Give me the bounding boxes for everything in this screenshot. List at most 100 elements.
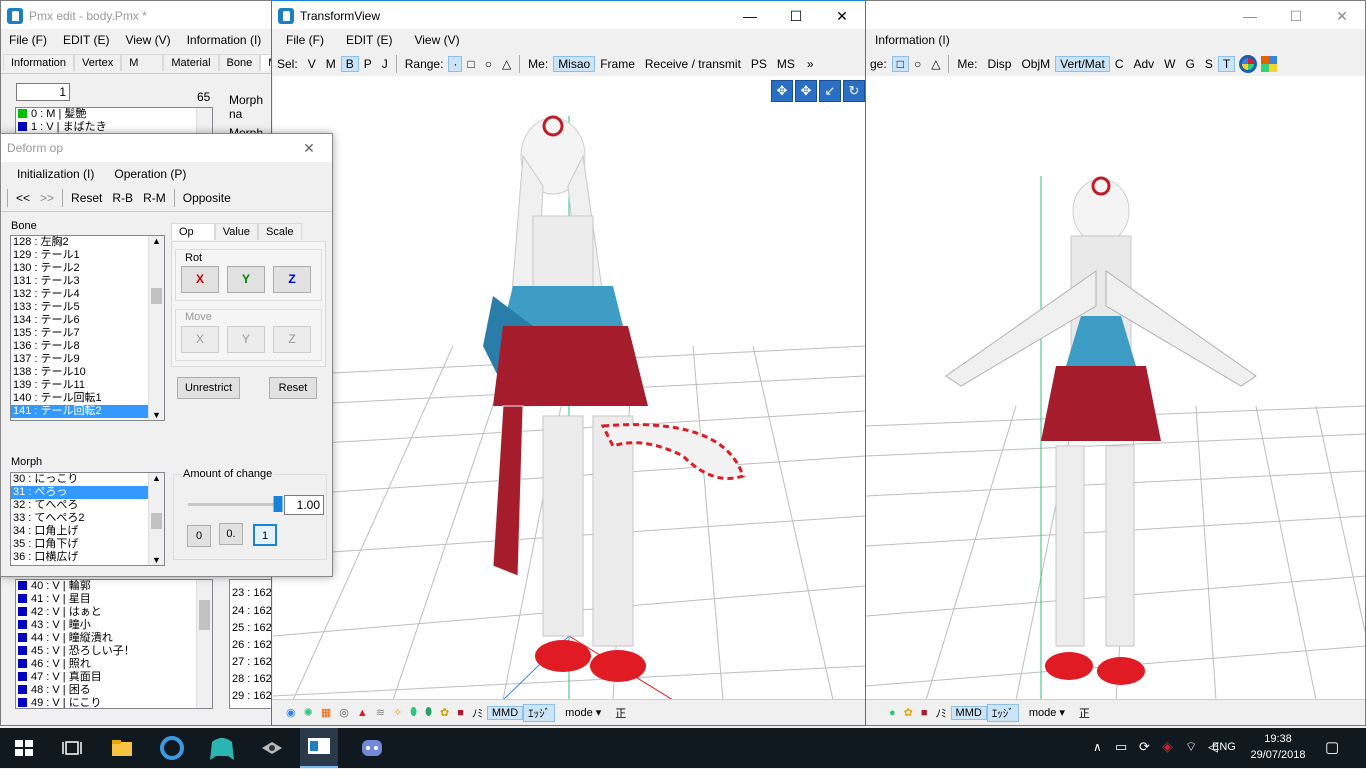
range-square-button[interactable]: □ [891, 56, 909, 72]
wire-display-icon[interactable]: ≋ [372, 706, 389, 719]
list-item[interactable]: 46 : V | 照れ [16, 658, 212, 671]
preset-0-button[interactable]: 0 [187, 525, 211, 547]
pmx-menu-view[interactable]: View (V) [117, 33, 178, 47]
list-item[interactable]: 47 : V | 真面目 [16, 671, 212, 684]
range-square-button[interactable]: □ [462, 57, 479, 71]
rigid-display-icon[interactable]: ⬮ [406, 706, 421, 719]
morph-list-bottom-scrollbar[interactable] [196, 580, 212, 708]
tab-bone[interactable]: Bone [218, 54, 261, 71]
transform-menu-edit[interactable]: EDIT (E) [338, 33, 400, 47]
range-circle-button[interactable]: ○ [909, 57, 926, 71]
move-z-button[interactable]: Z [273, 326, 311, 353]
amount-input[interactable]: 1.00 [284, 495, 324, 515]
sel-b-button[interactable]: B [340, 56, 359, 72]
normal-display-icon[interactable]: ✺ [300, 706, 317, 719]
joint-display-icon[interactable]: ⬮ [421, 706, 436, 719]
range-point-button[interactable]: · [448, 56, 463, 72]
close-icon[interactable]: ✕ [286, 134, 332, 162]
pmx-menu-edit[interactable]: EDIT (E) [55, 33, 117, 47]
right-bottom-mode[interactable]: mode ▾ [1025, 706, 1069, 719]
w-button[interactable]: W [1159, 57, 1180, 71]
range-triangle-button[interactable]: △ [497, 57, 516, 71]
tray-date[interactable]: 29/07/2018 [1248, 749, 1308, 761]
rot-x-button[interactable]: X [181, 266, 219, 293]
rot-y-button[interactable]: Y [227, 266, 265, 293]
file-explorer-icon[interactable] [108, 734, 136, 762]
bone-list-item[interactable]: 130 : テール2 [11, 262, 164, 275]
transform-menu-view[interactable]: View (V) [406, 33, 467, 47]
action-center-icon[interactable]: ▢ [1325, 738, 1339, 756]
bone-list-item[interactable]: 136 : テール8 [11, 340, 164, 353]
morph-index-input[interactable]: 1 [16, 83, 70, 101]
list-item[interactable]: 44 : V | 瞳縦潰れ [16, 632, 212, 645]
bone-list-item[interactable]: 129 : テール1 [11, 249, 164, 262]
sel-p-button[interactable]: P [359, 57, 377, 71]
tray-sync-icon[interactable]: ⟳ [1139, 739, 1150, 755]
deform-menu-operation[interactable]: Operation (P) [106, 167, 194, 181]
texture-icon[interactable]: ✿ [900, 706, 917, 719]
list-item[interactable]: 24 : 162 [230, 603, 271, 620]
morph-list[interactable]: 30 : にっこり 31 : ぺろっ 32 : てへぺろ 33 : てへぺろ2 … [10, 472, 165, 566]
deform-reset-button[interactable]: Reset [66, 191, 107, 205]
minimize-icon[interactable]: — [727, 1, 773, 31]
tab-scale[interactable]: Scale [258, 223, 302, 240]
list-item[interactable]: 40 : V | 輪郭 [16, 580, 212, 593]
adv-button[interactable]: Adv [1128, 57, 1159, 71]
rotate-view-icon[interactable]: ✥ [771, 80, 793, 102]
bottom-front[interactable]: 正 [611, 705, 630, 721]
morph-list-scrollbar[interactable]: ▲ ▼ [148, 473, 164, 565]
list-item[interactable]: 43 : V | 瞳小 [16, 619, 212, 632]
maximize-icon[interactable]: ☐ [773, 1, 819, 31]
bone-display-icon[interactable]: ◎ [335, 706, 353, 719]
bottom-nomi[interactable]: ﾉﾐ [468, 705, 487, 721]
bone-list-item[interactable]: 137 : テール9 [11, 353, 164, 366]
sel-m-button[interactable]: M [321, 57, 341, 71]
tool-app-icon[interactable] [258, 734, 286, 762]
g-button[interactable]: G [1181, 57, 1200, 71]
tray-time[interactable]: 19:38 [1248, 733, 1308, 745]
scroll-thumb[interactable] [151, 288, 162, 304]
tray-shield-icon[interactable]: ◈ [1162, 738, 1173, 755]
objm-button[interactable]: ObjM [1016, 57, 1055, 71]
scroll-up-icon[interactable]: ▲ [152, 473, 161, 483]
list-item[interactable]: 29 : 162 [230, 688, 271, 705]
close-icon[interactable]: ✕ [1319, 1, 1365, 31]
bone-list-item[interactable]: 131 : テール3 [11, 275, 164, 288]
tab-material[interactable]: Material [163, 54, 219, 71]
unrestrict-button[interactable]: Unrestrict [177, 377, 240, 399]
tray-chevron-icon[interactable]: ∧ [1093, 740, 1102, 754]
transform-3d-viewport[interactable]: ✥ ✥ ↙ ↻ [273, 76, 865, 700]
tray-wifi-icon[interactable]: ⌔ [1185, 739, 1197, 755]
tab-information[interactable]: Information [3, 54, 75, 71]
bone-list-item[interactable]: 140 : テール回転1 [11, 392, 164, 405]
edge-browser-icon[interactable] [158, 734, 186, 762]
morph-list-item[interactable]: 34 : 口角上げ [11, 525, 164, 538]
pmx-editor-taskbar-icon[interactable] [300, 728, 338, 768]
target-icon[interactable] [1239, 55, 1258, 73]
move-y-button[interactable]: Y [227, 326, 265, 353]
list-item[interactable]: 26 : 162 [230, 637, 271, 654]
misao-button[interactable]: Misao [553, 56, 596, 72]
tab-m[interactable]: M [121, 54, 164, 71]
discord-icon[interactable] [358, 734, 386, 762]
preset-1-button[interactable]: 1 [253, 524, 277, 546]
bottom-mmd[interactable]: MMD [486, 705, 524, 720]
material-color-icon[interactable]: ■ [917, 707, 932, 719]
vertex-display-icon[interactable]: ◉ [282, 706, 300, 719]
morph-list-bottom[interactable]: 40 : V | 輪郭 41 : V | 星目 42 : V | はぁと 43 … [15, 579, 213, 709]
bone-list-item[interactable]: 139 : テール11 [11, 379, 164, 392]
preset-half-button[interactable]: 0. [219, 523, 243, 545]
list-item[interactable]: 45 : V | 恐ろしい子！ [16, 645, 212, 658]
right-bottom-mmd[interactable]: MMD [950, 705, 987, 720]
ps-button[interactable]: PS [746, 57, 772, 71]
vert-mat-button[interactable]: Vert/Mat [1055, 56, 1110, 72]
right-menu-information[interactable]: Information (I) [867, 33, 958, 47]
bone-list-scrollbar[interactable]: ▲ ▼ [148, 236, 164, 420]
rm-button[interactable]: R-M [138, 191, 171, 205]
list-item[interactable]: 42 : V | はぁと [16, 606, 212, 619]
pan-view-icon[interactable]: ✥ [795, 80, 817, 102]
list-item[interactable]: 27 : 162 [230, 654, 271, 671]
toolbar-overflow-icon[interactable]: » [802, 57, 819, 71]
morph-list-item[interactable]: 32 : てへぺろ [11, 499, 164, 512]
windows-start-icon[interactable] [10, 734, 38, 762]
